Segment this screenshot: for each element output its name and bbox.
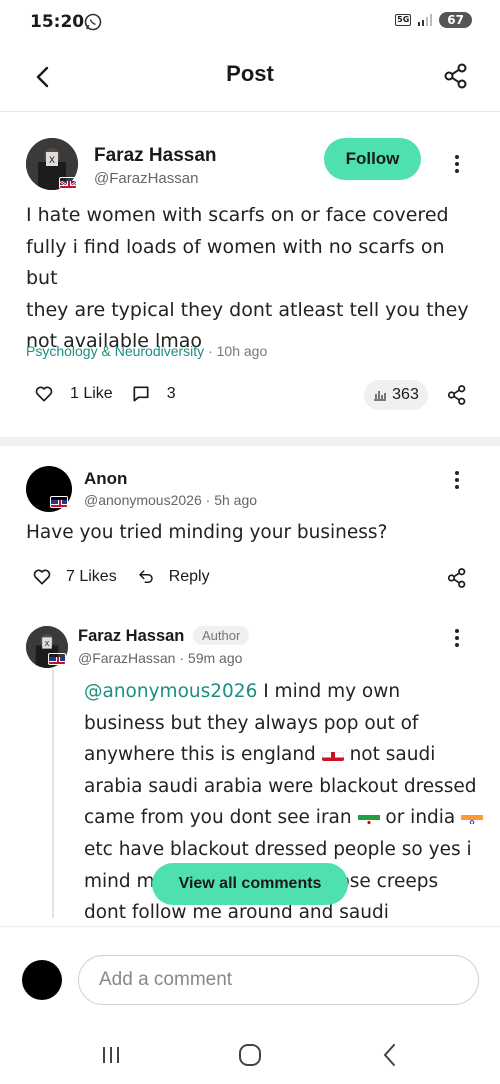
like-count[interactable]: 1 Like <box>70 385 113 403</box>
compose-bar <box>0 926 500 1026</box>
post-author-handle[interactable]: @FarazHassan <box>94 170 198 187</box>
post-share-icon[interactable] <box>446 384 468 406</box>
comment-meta: @anonymous2026 · 5h ago <box>84 492 257 508</box>
svg-text:X: X <box>49 156 55 166</box>
comment-share-icon[interactable] <box>446 567 468 589</box>
nav-back-button[interactable] <box>375 1040 405 1070</box>
post-more-icon[interactable] <box>447 152 467 176</box>
reply-text-part: or india <box>379 807 462 829</box>
comment-input[interactable] <box>78 955 479 1005</box>
app-header: Post <box>0 52 500 102</box>
reply-arrow-icon[interactable] <box>137 568 155 586</box>
post-body: I hate women with scarfs on or face cove… <box>26 200 476 358</box>
reply-time: · 59m ago <box>175 650 243 666</box>
network-badge: 5G <box>395 14 412 26</box>
post-line: fully i find loads of women with no scar… <box>26 235 445 290</box>
heart-icon[interactable] <box>34 384 54 404</box>
bar-chart-icon <box>374 391 387 401</box>
comment-actions: 7 Likes Reply <box>32 567 210 587</box>
reply-meta: @FarazHassan · 59m ago <box>78 650 242 666</box>
comment-body: Have you tried minding your business? <box>26 522 388 543</box>
status-time: 15:20 <box>30 12 85 32</box>
follow-button[interactable]: Follow <box>324 138 421 180</box>
uk-flag-icon <box>50 496 68 508</box>
author-badge: Author <box>193 626 250 645</box>
thread-line <box>52 668 54 918</box>
post-actions: 1 Like 3 <box>34 384 176 404</box>
section-separator <box>0 437 500 446</box>
reply-author-name[interactable]: Faraz Hassan <box>78 627 184 646</box>
status-bar: 15:20 5G 67 <box>0 0 500 44</box>
post-author-name[interactable]: Faraz Hassan <box>94 145 217 167</box>
battery-indicator: 67 <box>439 12 472 28</box>
recent-apps-button[interactable] <box>96 1040 126 1070</box>
comment-author-name[interactable]: Anon <box>84 469 127 489</box>
comment-count[interactable]: 3 <box>167 385 176 403</box>
comment-icon[interactable] <box>131 384 151 404</box>
current-user-avatar[interactable] <box>22 960 62 1000</box>
post-line: they are typical they dont atleast tell … <box>26 298 469 321</box>
home-button[interactable] <box>235 1040 265 1070</box>
share-icon[interactable] <box>442 62 470 90</box>
mention-link[interactable]: @anonymous2026 <box>84 681 257 702</box>
category-link[interactable]: Psychology & Neurodiversity <box>26 343 204 359</box>
reply-button[interactable]: Reply <box>169 568 210 586</box>
comment-like-count[interactable]: 7 Likes <box>66 568 117 586</box>
post-line: I hate women with scarfs on or face cove… <box>26 204 449 226</box>
view-count: 363 <box>392 386 419 403</box>
uk-flag-icon <box>48 653 66 665</box>
header-divider <box>0 111 500 112</box>
whatsapp-icon <box>84 13 102 31</box>
recent-apps-icon <box>103 1047 119 1063</box>
uk-flag-icon <box>59 177 77 189</box>
comment-handle[interactable]: @anonymous2026 <box>84 492 202 508</box>
svg-text:X: X <box>45 639 50 648</box>
content-clip <box>0 918 500 926</box>
system-nav-bar <box>0 1026 500 1084</box>
heart-icon[interactable] <box>32 567 52 587</box>
post-meta: Psychology & Neurodiversity · 10h ago <box>26 343 267 359</box>
reply-more-icon[interactable] <box>447 626 467 650</box>
page-title: Post <box>226 61 274 86</box>
iran-flag-icon <box>357 809 380 825</box>
post-time: · 10h ago <box>204 343 268 359</box>
status-indicators: 5G 67 <box>395 12 472 28</box>
comment-more-icon[interactable] <box>447 468 467 492</box>
india-flag-icon <box>461 809 484 825</box>
comment-time: · 5h ago <box>201 492 258 508</box>
view-all-comments-button[interactable]: View all comments <box>152 863 348 905</box>
reply-handle[interactable]: @FarazHassan <box>78 650 175 666</box>
england-flag-icon <box>321 746 344 762</box>
home-icon <box>239 1044 261 1066</box>
nav-back-icon <box>383 1044 395 1066</box>
views-badge: 363 <box>364 380 428 410</box>
signal-icon <box>418 14 433 26</box>
